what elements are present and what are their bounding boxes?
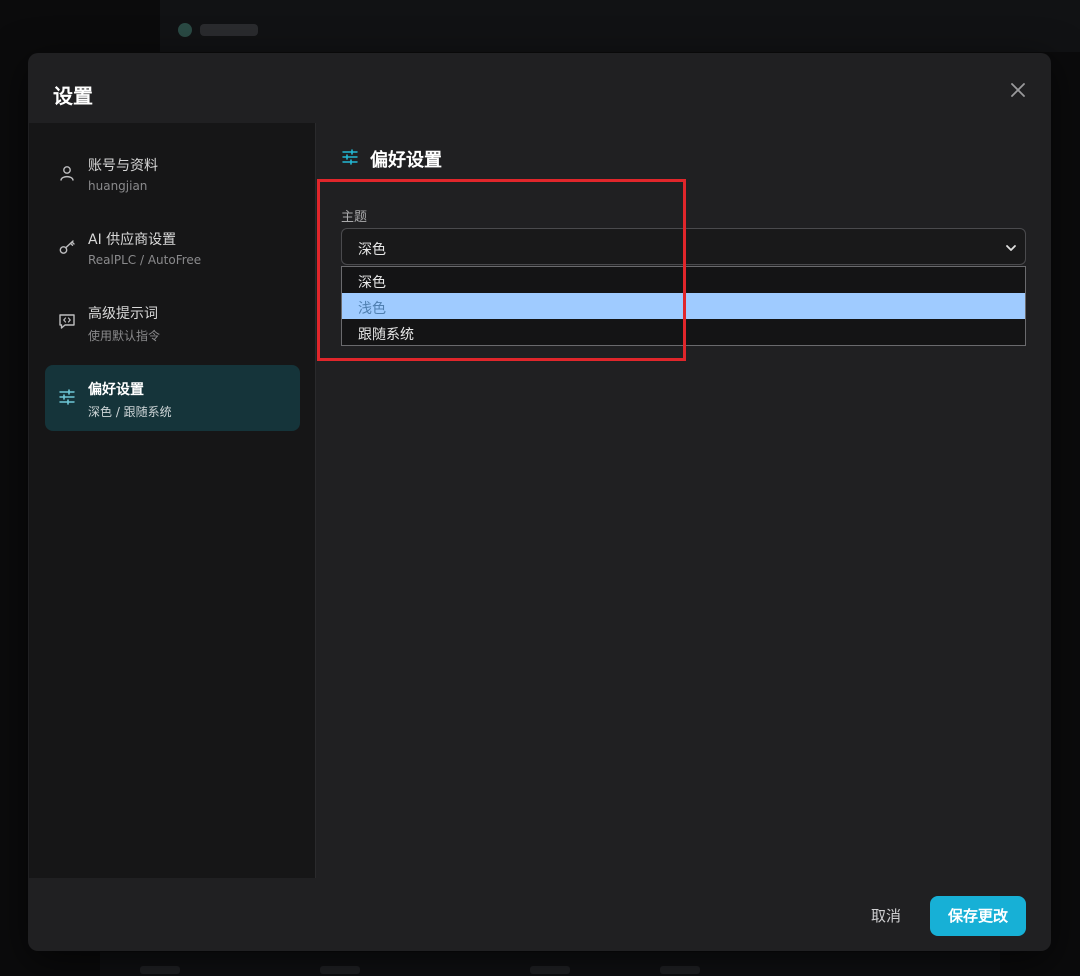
theme-select-value: 深色 [358,242,386,258]
option-label: 深色 [358,275,386,291]
cancel-button[interactable]: 取消 [858,904,914,928]
close-button[interactable] [1009,81,1027,99]
sidebar-item-subtitle: 深色 / 跟随系统 [88,405,172,419]
sidebar-item-preferences[interactable]: 偏好设置 深色 / 跟随系统 [45,365,300,431]
sidebar-item-account[interactable]: 账号与资料 huangjian [45,141,300,207]
sidebar-item-label: AI 供应商设置 [88,232,177,248]
sidebar-item-label: 高级提示词 [88,306,158,322]
message-code-icon [57,311,77,331]
settings-sidebar: 账号与资料 huangjian AI 供应商设置 RealPLC / AutoF… [29,123,316,878]
theme-label: 主题 [341,210,368,225]
theme-select[interactable]: 深色 [341,228,1026,265]
preferences-panel: 偏好设置 主题 深色 深色 浅色 跟随系统 [317,123,1051,878]
background-blurred-text [200,24,258,36]
sidebar-item-subtitle: huangjian [88,179,148,193]
settings-dialog: 设置 账号与资料 huangjian AI 供应商设置 RealPLC / Au… [28,53,1051,951]
sidebar-item-subtitle: 使用默认指令 [88,329,161,343]
chevron-down-icon [1006,245,1016,251]
user-icon [57,163,77,183]
theme-option-dark[interactable]: 深色 [342,267,1025,293]
section-title: 偏好设置 [370,150,442,171]
background-app-header [160,0,1080,52]
theme-option-system[interactable]: 跟随系统 [342,319,1025,345]
sidebar-item-label: 账号与资料 [88,158,158,174]
dialog-header: 设置 [28,53,1051,123]
background-app-footer [100,952,1000,976]
option-label: 浅色 [358,301,386,317]
sidebar-item-ai-provider[interactable]: AI 供应商设置 RealPLC / AutoFree [45,215,300,281]
sidebar-item-label: 偏好设置 [88,382,144,398]
dialog-title: 设置 [53,84,93,108]
save-button[interactable]: 保存更改 [930,896,1026,936]
theme-option-light[interactable]: 浅色 [342,293,1025,319]
close-icon [1011,83,1025,97]
sliders-icon [340,147,360,167]
sidebar-item-advanced-prompt[interactable]: 高级提示词 使用默认指令 [45,289,300,355]
background-status-dot [178,23,192,37]
key-icon [57,237,77,257]
option-label: 跟随系统 [358,327,414,343]
sliders-icon [57,387,77,407]
dialog-footer: 取消 保存更改 [28,878,1051,951]
theme-options-list: 深色 浅色 跟随系统 [341,266,1026,346]
sidebar-item-subtitle: RealPLC / AutoFree [88,253,202,267]
